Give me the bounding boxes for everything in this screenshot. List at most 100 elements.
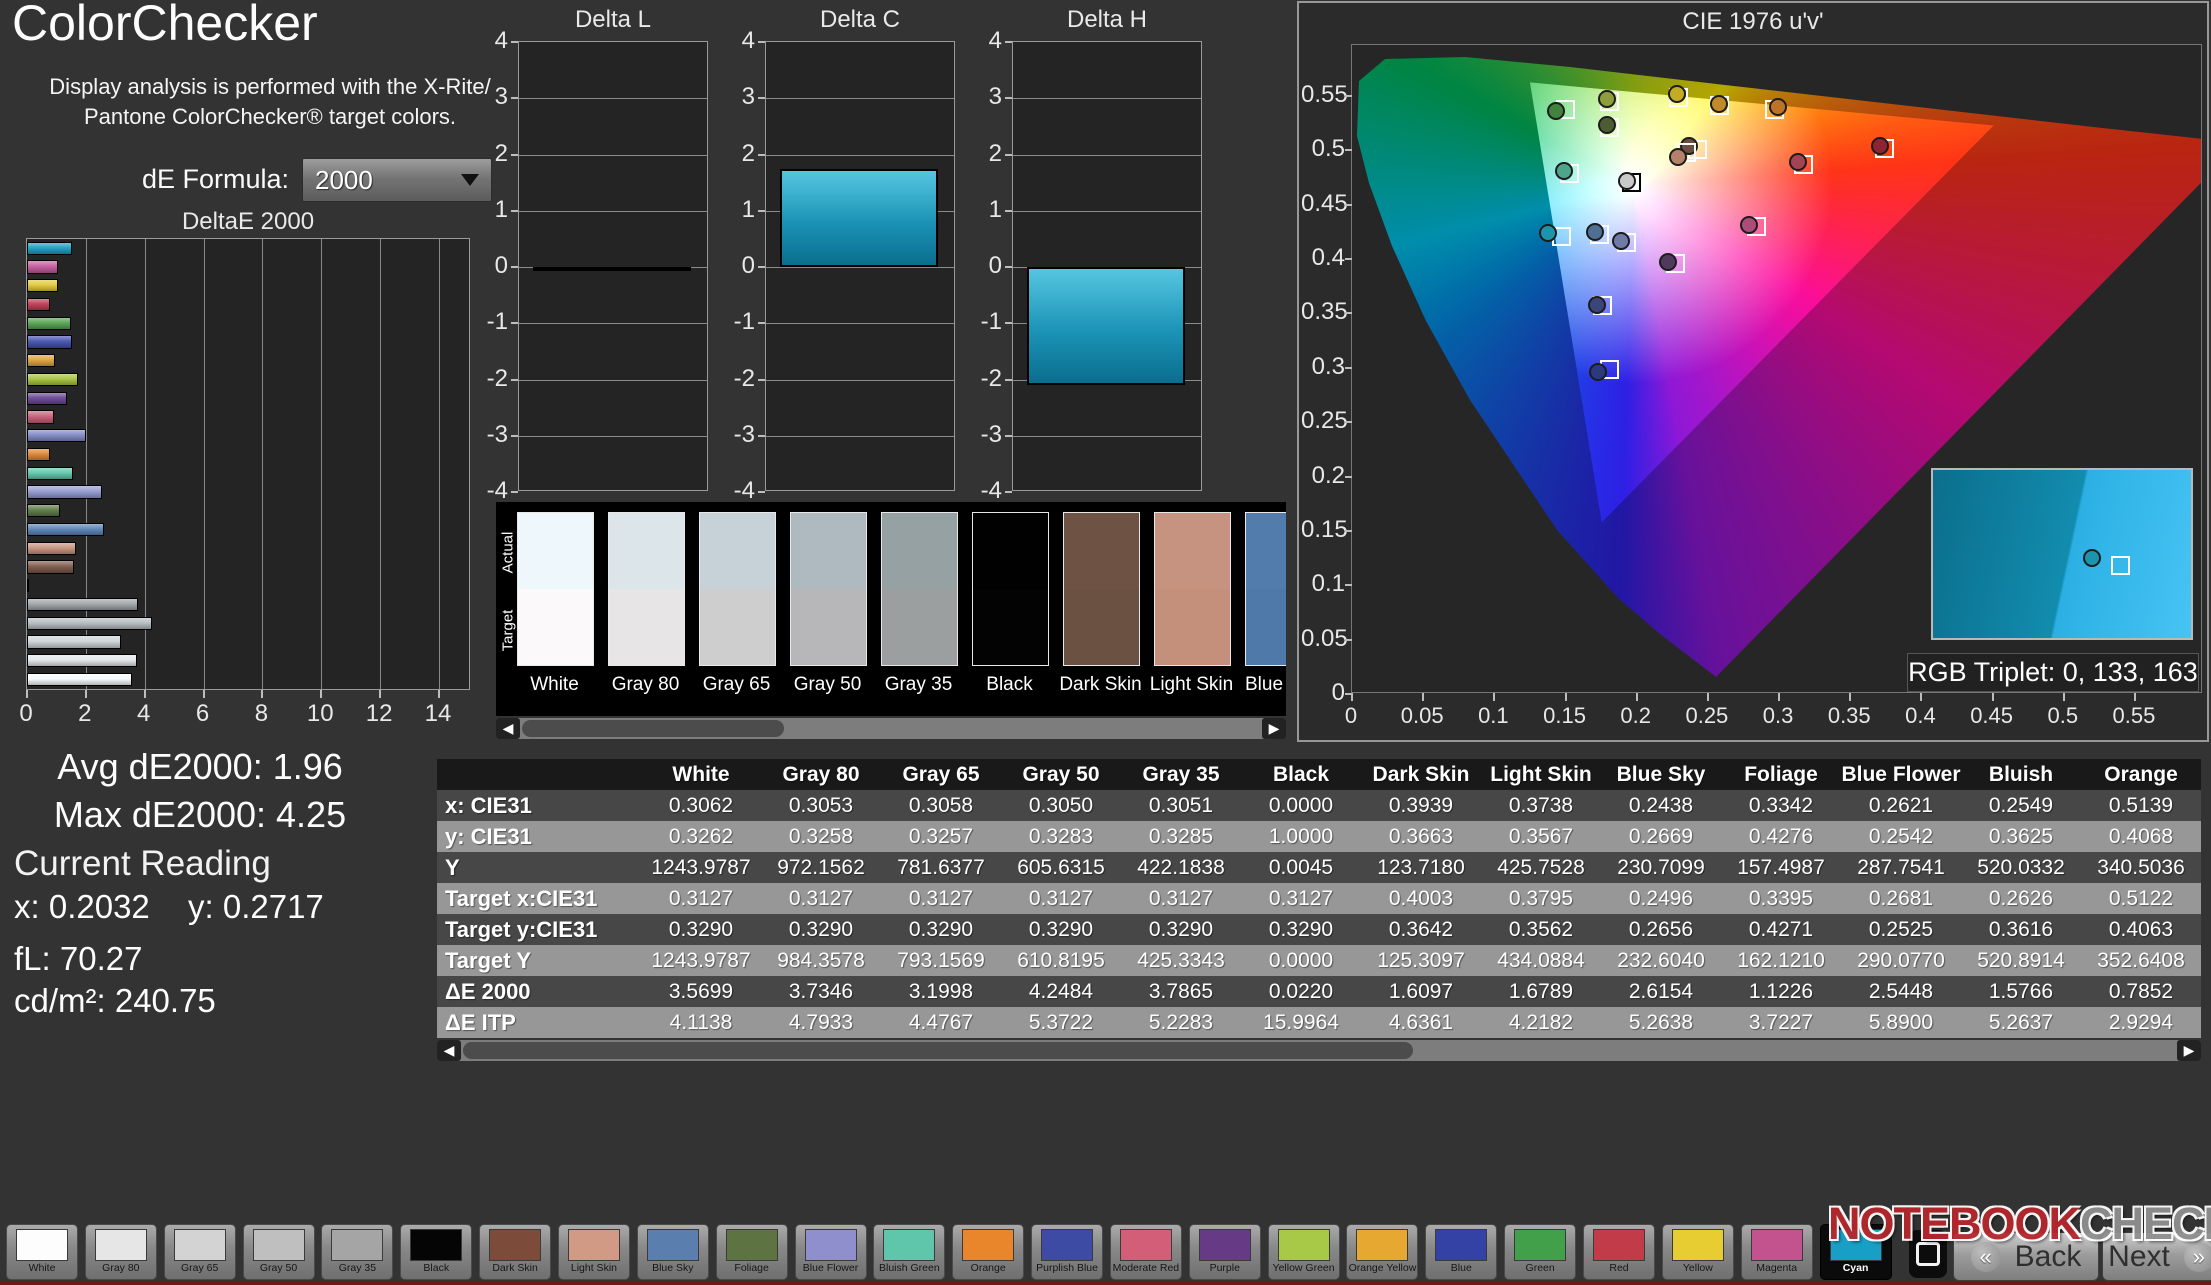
gridline (262, 239, 264, 689)
cie-y-tick (1345, 366, 1352, 369)
table-cell: 4.6361 (1388, 1011, 1454, 1034)
palette-button-yellow[interactable]: Yellow (1661, 1224, 1734, 1280)
deltae2000-chart-title: DeltaE 2000 (181, 208, 315, 235)
table-cell: 5.2283 (1148, 1011, 1214, 1034)
table-cell: 4.2484 (1028, 980, 1094, 1003)
table-scroll-right-button[interactable]: ▶ (2177, 1040, 2201, 1061)
target-swatch (1064, 589, 1139, 665)
bar-gloss (28, 561, 74, 573)
patch-pair-white[interactable] (517, 512, 594, 666)
strip-scrollbar[interactable]: ◀ ▶ (496, 718, 1286, 739)
palette-button-green[interactable]: Green (1504, 1224, 1577, 1280)
table-cell: 0.2681 (1868, 887, 1934, 910)
palette-button-cyan[interactable]: Cyan (1819, 1224, 1892, 1280)
palette-button-orange[interactable]: Orange (952, 1224, 1025, 1280)
palette-label: Cyan (1842, 1262, 1869, 1274)
cie-y-label: 0.1 (1311, 570, 1345, 598)
patch-pair-blue-sky[interactable] (1245, 512, 1286, 666)
cie-y-label: 0.15 (1301, 515, 1348, 543)
target-swatch (973, 589, 1048, 665)
palette-swatch (883, 1229, 936, 1261)
palette-button-foliage[interactable]: Foliage (715, 1224, 788, 1280)
palette-button-gray-65[interactable]: Gray 65 (163, 1224, 236, 1280)
cie-x-tick (1422, 693, 1425, 701)
palette-button-red[interactable]: Red (1583, 1224, 1655, 1280)
pattern-window-button[interactable] (1909, 1230, 1947, 1278)
palette-button-magenta[interactable]: Magenta (1740, 1224, 1813, 1280)
cie-y-tick (1345, 421, 1352, 424)
bar-gloss (28, 411, 54, 423)
bar-black (27, 579, 29, 593)
palette-button-dark-skin[interactable]: Dark Skin (479, 1224, 552, 1280)
measured-yellow (1667, 84, 1686, 103)
palette-swatch (1119, 1229, 1172, 1261)
bar-gloss (28, 242, 72, 254)
column-header-white: White (641, 759, 761, 790)
palette-label: Yellow Green (1272, 1262, 1335, 1274)
table-cell: 1.6097 (1388, 980, 1454, 1003)
patch-pair-gray-35[interactable] (881, 512, 958, 666)
bottom-accent-line (0, 1281, 2211, 1285)
patch-pair-dark-skin[interactable] (1063, 512, 1140, 666)
table-row: ΔE 2000 3.5699 3.7346 3.1998 4.2484 3.7865 0.0… (437, 976, 2201, 1007)
gridline (766, 154, 954, 156)
palette-button-blue-sky[interactable]: Blue Sky (636, 1224, 709, 1280)
y-tick (1005, 153, 1012, 156)
palette-button-bluish-green[interactable]: Bluish Green (873, 1224, 946, 1280)
y-tick (511, 97, 518, 100)
patch-pair-gray-65[interactable] (699, 512, 776, 666)
patch-pair-light-skin[interactable] (1154, 512, 1231, 666)
measured-orange (1768, 97, 1787, 116)
cie-x-label: 0.5 (2047, 703, 2079, 728)
bar-yellow (27, 279, 59, 293)
table-cell: 0.3738 (1508, 794, 1574, 817)
column-header-gray-35: Gray 35 (1121, 759, 1241, 790)
palette-button-black[interactable]: Black (400, 1224, 473, 1280)
table-row: Target y:CIE31 0.3290 0.3290 0.3290 0.3290 0.… (437, 914, 2201, 945)
bar-orange (27, 447, 51, 461)
palette-button-light-skin[interactable]: Light Skin (557, 1224, 630, 1280)
table-cell: 972.1562 (777, 856, 865, 879)
palette-button-gray-80[interactable]: Gray 80 (84, 1224, 157, 1280)
table-scroll-thumb[interactable] (463, 1042, 1413, 1059)
table-cell: 0.3058 (908, 794, 974, 817)
delta_c-chart (765, 41, 955, 491)
palette-button-gray-35[interactable]: Gray 35 (321, 1224, 394, 1280)
palette-button-white[interactable]: White (6, 1224, 78, 1280)
next-button[interactable]: Next » (2102, 1232, 2211, 1281)
palette-label: Gray 50 (259, 1262, 298, 1274)
x-tick (26, 690, 28, 698)
x-tick-label: 4 (137, 700, 151, 727)
palette-button-purplish-blue[interactable]: Purplish Blue (1031, 1224, 1104, 1280)
bar-gloss (28, 317, 70, 329)
patch-pair-gray-50[interactable] (790, 512, 867, 666)
palette-button-moderate-red[interactable]: Moderate Red (1109, 1224, 1182, 1280)
palette-button-yellow-green[interactable]: Yellow Green (1267, 1224, 1340, 1280)
gridline (766, 435, 954, 437)
strip-scroll-right-button[interactable]: ▶ (1262, 718, 1286, 739)
back-button[interactable]: « Back (1953, 1232, 2099, 1281)
bar-gloss (28, 523, 103, 535)
palette-button-orange-yellow[interactable]: Orange Yellow (1346, 1224, 1419, 1280)
patch-pair-gray-80[interactable] (608, 512, 685, 666)
palette-label: Blue Sky (652, 1262, 694, 1274)
palette-button-gray-50[interactable]: Gray 50 (242, 1224, 315, 1280)
cie-x-label: 0.4 (1905, 703, 1936, 728)
reading-x: x: 0.2032 (14, 888, 150, 925)
measured-moderate-red (1788, 153, 1807, 172)
table-scroll-left-button[interactable]: ◀ (437, 1040, 461, 1061)
palette-button-purple[interactable]: Purple (1188, 1224, 1261, 1280)
patch-label: Dark Skin (1059, 674, 1142, 695)
table-cell: 0.3395 (1748, 887, 1814, 910)
patch-pair-black[interactable] (972, 512, 1049, 666)
bar-gloss (28, 655, 136, 667)
y-tick-label: 4 (494, 27, 508, 54)
table-scrollbar[interactable]: ◀ ▶ (437, 1040, 2201, 1061)
palette-button-blue[interactable]: Blue (1425, 1224, 1498, 1280)
palette-button-blue-flower[interactable]: Blue Flower (794, 1224, 867, 1280)
strip-scroll-thumb[interactable] (522, 720, 784, 737)
de-formula-dropdown[interactable]: 2000 (302, 158, 492, 202)
strip-scroll-left-button[interactable]: ◀ (496, 718, 520, 739)
cie-y-label: 0.45 (1301, 189, 1348, 217)
actual-swatch (973, 513, 1048, 589)
